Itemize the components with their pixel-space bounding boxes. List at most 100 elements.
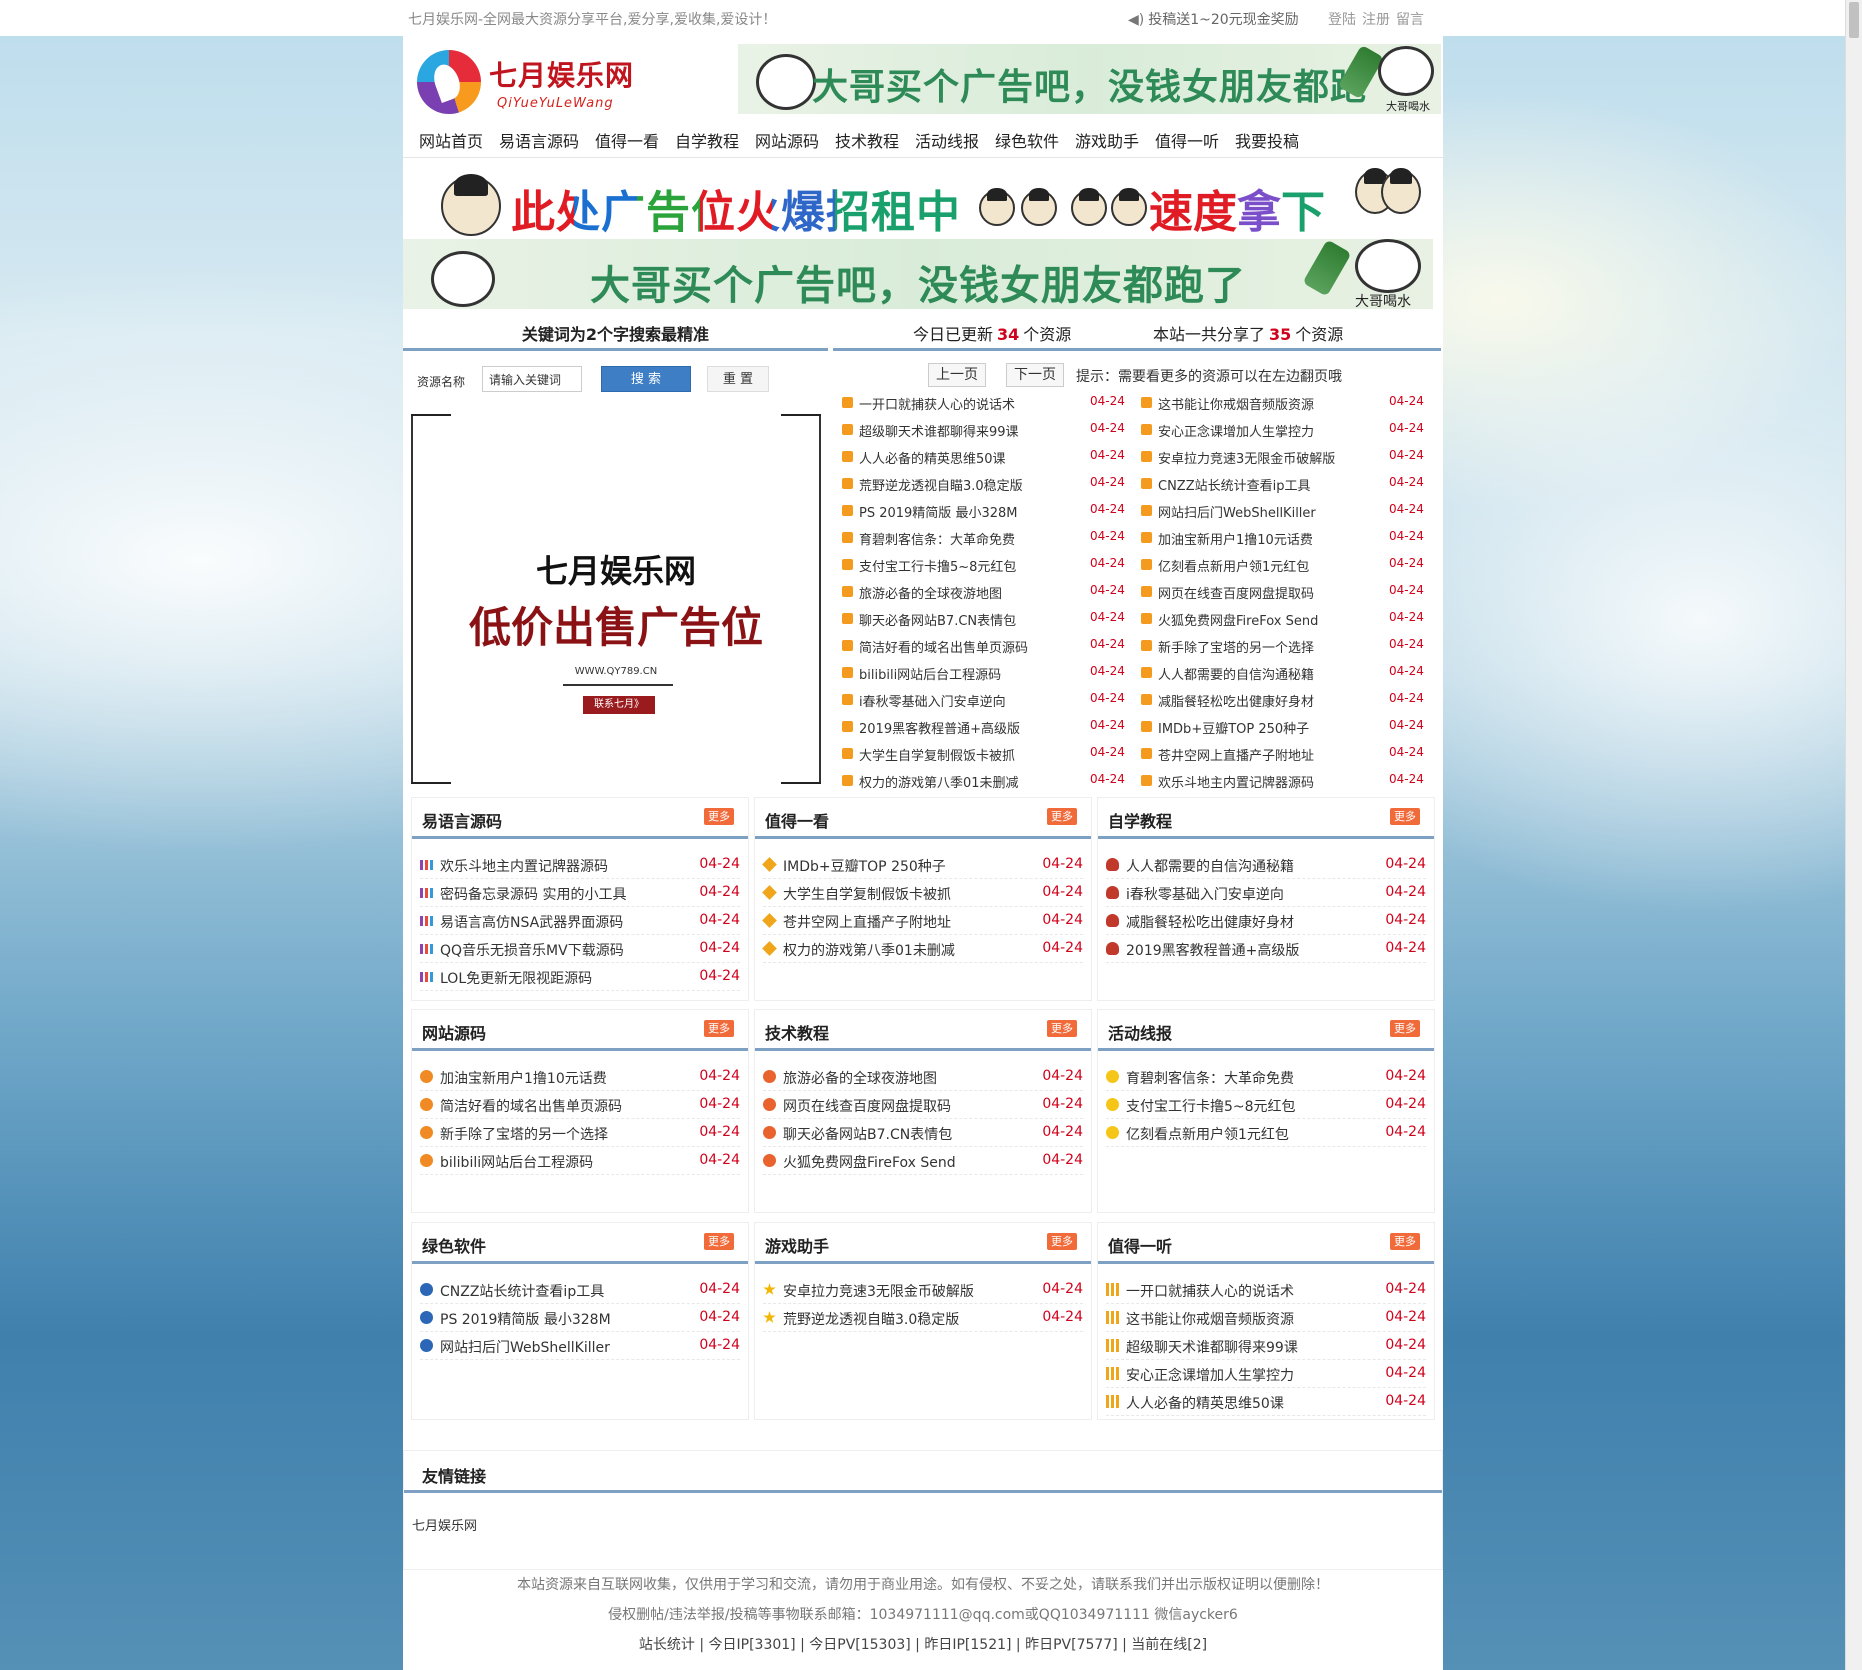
update-item[interactable]: 苍井空网上直播产子附地址 04-24 [1141,745,1431,765]
panel-item[interactable]: 育碧刺客信条：大革命免费 04-24 [1106,1063,1426,1091]
panel-item[interactable]: PS 2019精简版 最小328M 04-24 [420,1304,740,1332]
login-link[interactable]: 登陆 [1328,12,1356,28]
update-item[interactable]: CNZZ站长统计查看ip工具 04-24 [1141,475,1431,495]
rent-ad-banner[interactable]: 此处广告位火爆招租中 速度拿下 [421,168,1441,238]
update-item[interactable]: 聊天必备网站B7.CN表情包 04-24 [842,610,1132,630]
panel-item[interactable]: 超级聊天术谁都聊得来99课 04-24 [1106,1332,1426,1360]
site-logo[interactable]: 七月娱乐网 QiYueYuLeWang [413,44,673,124]
update-item[interactable]: 欢乐斗地主内置记牌器源码 04-24 [1141,772,1431,792]
next-page-button[interactable]: 下一页 [1006,363,1064,387]
update-item[interactable]: 亿刻看点新用户领1元红包 04-24 [1141,556,1431,576]
more-button[interactable]: 更多 [1390,808,1420,825]
panel-item[interactable]: CNZZ站长统计查看ip工具 04-24 [420,1276,740,1304]
update-item[interactable]: 一开口就捕获人心的说话术 04-24 [842,394,1132,414]
nav-item-web-source[interactable]: 网站源码 [755,128,819,152]
panel-item[interactable]: IMDb+豆瓣TOP 250种子 04-24 [762,851,1083,879]
more-button[interactable]: 更多 [704,808,734,825]
nav-item-tech[interactable]: 技术教程 [835,128,899,152]
update-item[interactable]: 旅游必备的全球夜游地图 04-24 [842,583,1132,603]
more-button[interactable]: 更多 [704,1233,734,1250]
update-item[interactable]: 支付宝工行卡撸5~8元红包 04-24 [842,556,1132,576]
scrollbar-thumb[interactable] [1849,2,1859,38]
search-button[interactable]: 搜 索 [601,366,691,392]
panel-item[interactable]: 安心正念课增加人生掌控力 04-24 [1106,1360,1426,1388]
panel-title[interactable]: 活动线报 [1108,1020,1172,1044]
panel-title[interactable]: 易语言源码 [422,808,502,832]
more-button[interactable]: 更多 [704,1020,734,1037]
update-item[interactable]: IMDb+豆瓣TOP 250种子 04-24 [1141,718,1431,738]
more-button[interactable]: 更多 [1047,808,1077,825]
register-link[interactable]: 注册 [1362,12,1390,28]
update-item[interactable]: 这书能让你戒烟音频版资源 04-24 [1141,394,1431,414]
nav-item-worth-watch[interactable]: 值得一看 [595,128,659,152]
update-item[interactable]: 减脂餐轻松吃出健康好身材 04-24 [1141,691,1431,711]
panel-title[interactable]: 绿色软件 [422,1233,486,1257]
update-item[interactable]: 简洁好看的域名出售单页源码 04-24 [842,637,1132,657]
panel-item[interactable]: QQ音乐无损音乐MV下载源码 04-24 [420,935,740,963]
more-button[interactable]: 更多 [1047,1020,1077,1037]
panel-item[interactable]: 人人都需要的自信沟通秘籍 04-24 [1106,851,1426,879]
nav-item-software[interactable]: 绿色软件 [995,128,1059,152]
nav-item-submit[interactable]: 我要投稿 [1235,128,1299,152]
panel-item[interactable]: 网站扫后门WebShellKiller 04-24 [420,1332,740,1360]
reset-button[interactable]: 重 置 [707,366,769,392]
update-item[interactable]: 大学生自学复制假饭卡被抓 04-24 [842,745,1132,765]
update-item[interactable]: 加油宝新用户1撸10元话费 04-24 [1141,529,1431,549]
update-item[interactable]: 火狐免费网盘FireFox Send 04-24 [1141,610,1431,630]
update-item[interactable]: 育碧刺客信条：大革命免费 04-24 [842,529,1132,549]
panel-item[interactable]: 人人必备的精英思维50课 04-24 [1106,1388,1426,1416]
nav-item-worth-listen[interactable]: 值得一听 [1155,128,1219,152]
update-item[interactable]: i春秋零基础入门安卓逆向 04-24 [842,691,1132,711]
update-item[interactable]: 权力的游戏第八季01未删减 04-24 [842,772,1132,792]
panel-item[interactable]: 新手除了宝塔的另一个选择 04-24 [420,1119,740,1147]
panel-item[interactable]: LOL免更新无限视距源码 04-24 [420,963,740,991]
panel-item[interactable]: 支付宝工行卡撸5~8元红包 04-24 [1106,1091,1426,1119]
panel-item[interactable]: 一开口就捕获人心的说话术 04-24 [1106,1276,1426,1304]
panel-item[interactable]: i春秋零基础入门安卓逆向 04-24 [1106,879,1426,907]
update-item[interactable]: 超级聊天术谁都聊得来99课 04-24 [842,421,1132,441]
panel-title[interactable]: 网站源码 [422,1020,486,1044]
nav-item-tutorials[interactable]: 自学教程 [675,128,739,152]
panel-item[interactable]: 聊天必备网站B7.CN表情包 04-24 [763,1119,1083,1147]
panel-title[interactable]: 游戏助手 [765,1233,829,1257]
update-item[interactable]: 人人必备的精英思维50课 04-24 [842,448,1132,468]
panel-item[interactable]: 易语言高仿NSA武器界面源码 04-24 [420,907,740,935]
more-button[interactable]: 更多 [1390,1020,1420,1037]
panel-item[interactable]: 安卓拉力竞速3无限金币破解版 04-24 [763,1276,1083,1304]
panel-title[interactable]: 自学教程 [1108,808,1172,832]
nav-item-eyuyan[interactable]: 易语言源码 [499,128,579,152]
search-input[interactable] [482,366,582,392]
update-item[interactable]: 荒野逆龙透视自瞄3.0稳定版 04-24 [842,475,1132,495]
panel-item[interactable]: 欢乐斗地主内置记牌器源码 04-24 [420,851,740,879]
side-ad-box[interactable]: 七月娱乐网 低价出售广告位 WWW.QY789.CN 联系七月》 [411,414,821,784]
reward-link[interactable]: ◀) 投稿送1~20元现金奖励 [1128,9,1299,29]
panel-item[interactable]: 荒野逆龙透视自瞄3.0稳定版 04-24 [763,1304,1083,1332]
panel-item[interactable]: 密码备忘录源码 实用的小工具 04-24 [420,879,740,907]
prev-page-button[interactable]: 上一页 [928,363,986,387]
panel-item[interactable]: 旅游必备的全球夜游地图 04-24 [763,1063,1083,1091]
update-item[interactable]: 网站扫后门WebShellKiller 04-24 [1141,502,1431,522]
panel-item[interactable]: 简洁好看的域名出售单页源码 04-24 [420,1091,740,1119]
panel-item[interactable]: 亿刻看点新用户领1元红包 04-24 [1106,1119,1426,1147]
update-item[interactable]: 新手除了宝塔的另一个选择 04-24 [1141,637,1431,657]
update-item[interactable]: PS 2019精简版 最小328M 04-24 [842,502,1132,522]
panel-item[interactable]: 网页在线查百度网盘提取码 04-24 [763,1091,1083,1119]
update-item[interactable]: bilibili网站后台工程源码 04-24 [842,664,1132,684]
update-item[interactable]: 安卓拉力竞速3无限金币破解版 04-24 [1141,448,1431,468]
panel-item[interactable]: 加油宝新用户1撸10元话费 04-24 [420,1063,740,1091]
update-item[interactable]: 2019黑客教程普通+高级版 04-24 [842,718,1132,738]
panel-item[interactable]: 减脂餐轻松吃出健康好身材 04-24 [1106,907,1426,935]
update-item[interactable]: 人人都需要的自信沟通秘籍 04-24 [1141,664,1431,684]
nav-item-activities[interactable]: 活动线报 [915,128,979,152]
panel-title[interactable]: 值得一看 [765,808,829,832]
panel-item[interactable]: 苍井空网上直播产子附地址 04-24 [762,907,1083,935]
panel-title[interactable]: 值得一听 [1108,1233,1172,1257]
nav-item-home[interactable]: 网站首页 [419,128,483,152]
panel-title[interactable]: 技术教程 [765,1020,829,1044]
panel-item[interactable]: 权力的游戏第八季01未删减 04-24 [762,935,1083,963]
panel-item[interactable]: 这书能让你戒烟音频版资源 04-24 [1106,1304,1426,1332]
page-scrollbar[interactable] [1845,0,1862,1670]
panel-item[interactable]: 2019黑客教程普通+高级版 04-24 [1106,935,1426,963]
header-ad-banner[interactable]: 大哥买个广告吧，没钱女朋友都跑了 大哥喝水 [738,44,1441,114]
panel-item[interactable]: 火狐免费网盘FireFox Send 04-24 [763,1147,1083,1175]
